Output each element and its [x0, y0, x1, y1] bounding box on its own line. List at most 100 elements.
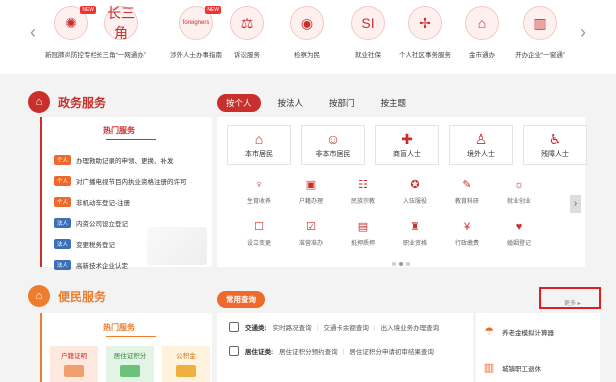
hot-service-item[interactable]: 个人 办理救助记录的申领、更换、补发 [54, 149, 206, 170]
calculator-panel: ☂ 养老金模拟计算器 ▥ 城镇职工退休 [476, 313, 600, 382]
top-nav-item[interactable]: ⌂ 金市通办 [451, 6, 513, 68]
carousel-dot-active[interactable] [399, 262, 403, 266]
tab-by-person[interactable]: 按个人 [217, 94, 261, 112]
audience-card[interactable]: ✚ 商盲人士 [375, 125, 439, 165]
calculator-label: 养老金模拟计算器 [502, 330, 554, 337]
government-building-icon: ⌂ [28, 91, 50, 113]
tab-by-legal-entity[interactable]: 按法人 [269, 94, 313, 112]
top-nav-label: 检察为民 [294, 52, 320, 59]
gov-hot-services-panel: 热门服务 个人 办理救助记录的申领、更换、补发 个人 对广播电视节目内执业资格注册的许… [40, 117, 212, 270]
audience-card[interactable]: ♙ 境外人士 [449, 125, 513, 165]
housing-fund-card[interactable]: 公积金 [162, 346, 210, 382]
top-nav-label: 个人社区事务服务 [399, 52, 451, 59]
category-label: 就业创业 [506, 199, 531, 205]
hukou-certificate-card[interactable]: 户籍证明 [50, 346, 98, 382]
top-nav-item[interactable]: ⚖ 诉讼服务 [216, 6, 278, 68]
top-nav-item[interactable]: ▥ 开办企业“一窗通” [509, 6, 571, 68]
category-item[interactable]: ✎ 教育科研 [441, 179, 493, 205]
hot-service-label: 内资公司设立登记 [76, 220, 129, 228]
separator: | [342, 347, 345, 355]
id-card-icon [120, 365, 140, 377]
calculator-link[interactable]: ☂ 养老金模拟计算器 [482, 325, 554, 339]
hot-service-item[interactable]: 个人 对广播电视节目内执业资格注册的许可 [54, 170, 206, 191]
legal-entity-tag: 法人 [54, 238, 72, 249]
prev-arrow-icon[interactable]: ‹ [26, 22, 40, 43]
calculator-link[interactable]: ▥ 城镇职工退休 [482, 361, 541, 375]
top-nav-item[interactable]: ◉ 检察为民 [276, 6, 338, 68]
tab-by-theme[interactable]: 按主题 [372, 94, 416, 112]
top-nav-label: 长三角“一网通办” [96, 52, 146, 59]
social-security-icon: SI [351, 6, 385, 40]
grid-next-arrow-icon[interactable]: › [570, 195, 581, 213]
wheelchair-icon: ♿ [548, 131, 562, 147]
separator: | [373, 323, 376, 331]
certificate-icon [64, 365, 84, 377]
mortgage-icon: ▤ [357, 221, 369, 233]
audience-card[interactable]: ⌂ 本市居民 [227, 125, 291, 165]
query-category: 居住证类: [245, 349, 274, 356]
hot-services-title: 热门服务 [103, 126, 135, 135]
hot-service-label: 非机动车登记-注册 [76, 199, 131, 207]
category-item[interactable]: ♜ 职业资格 [389, 221, 441, 247]
query-link[interactable]: 居住证积分预约查询 [279, 346, 338, 356]
hot-service-item[interactable]: 个人 非机动车登记-注册 [54, 191, 206, 212]
calculator-label: 城镇职工退休 [502, 366, 541, 373]
audience-card-label: 残障人士 [541, 151, 569, 158]
category-label: 入伍服役 [402, 199, 427, 205]
common-query-panel: 交通类: 实时路况查询 | 交通卡余额查询 | 出入境业务办理查询 居住证类: 居住证积分预… [217, 313, 473, 382]
decorative-illustration [147, 227, 207, 265]
category-label: 职业资格 [402, 241, 427, 247]
top-nav-item[interactable]: 长三角 长三角“一网通办” [90, 5, 152, 68]
category-item[interactable]: ▣ 户籍办理 [285, 179, 337, 205]
traffic-icon [229, 322, 239, 332]
residence-points-card[interactable]: 居住证积分 [106, 346, 154, 382]
category-item[interactable]: ✪ 入伍服役 [389, 179, 441, 205]
hot-service-label: 办理救助记录的申领、更换、补发 [76, 157, 174, 165]
enterprise-icon: ▥ [523, 6, 557, 40]
marriage-icon: ♥ [515, 221, 523, 233]
query-link[interactable]: 交通卡余额查询 [323, 322, 369, 332]
query-link[interactable]: 出入境业务办理查询 [381, 322, 440, 332]
tab-by-department[interactable]: 按部门 [320, 94, 364, 112]
stroller-icon: ♀ [254, 179, 264, 191]
category-item[interactable]: ♀ 生育收养 [233, 179, 285, 205]
top-nav-item[interactable]: SI 就业社保 [337, 6, 399, 68]
carousel-dot[interactable] [406, 262, 410, 266]
query-link[interactable]: 居住证积分申请初审结果查询 [349, 346, 434, 356]
audience-card[interactable]: ♿ 残障人士 [523, 125, 587, 165]
next-arrow-icon[interactable]: › [576, 22, 590, 43]
umbrella-icon: ☂ [484, 326, 494, 338]
home-icon: ⌂ [254, 131, 264, 147]
category-item[interactable]: ☷ 民族宗教 [337, 179, 389, 205]
category-item[interactable]: ▤ 抵押质押 [337, 221, 389, 247]
category-label: 民族宗教 [350, 199, 375, 205]
gov-section-header: ⌂ 政务服务 [28, 91, 106, 113]
person-tag: 个人 [54, 154, 72, 165]
foreign-person-icon: ♙ [474, 131, 488, 147]
convenience-hot-panel: 热门服务 户籍证明 居住证积分 公积金 [40, 313, 212, 382]
query-link[interactable]: 实时路况查询 [273, 322, 312, 332]
more-link[interactable]: 更多 ▸ [564, 298, 581, 307]
card-label: 居住证积分 [113, 353, 147, 360]
category-item[interactable]: ☑ 准营准办 [285, 221, 337, 247]
common-query-tab[interactable]: 常用查询 [217, 291, 265, 308]
category-item[interactable]: ☼ 就业创业 [493, 179, 545, 205]
convenience-icon: ⌂ [28, 285, 50, 307]
category-label: 行政缴费 [454, 241, 479, 247]
hot-service-label: 对广播电视节目内执业资格注册的许可 [76, 178, 187, 186]
legal-entity-tag: 法人 [54, 259, 72, 270]
category-item[interactable]: ☐ 设立变更 [233, 221, 285, 247]
employment-icon: ☼ [513, 179, 525, 191]
category-item[interactable]: ¥ 行政缴费 [441, 221, 493, 247]
person-tag: 个人 [54, 175, 72, 186]
hot-services-title: 热门服务 [103, 323, 135, 332]
audience-card[interactable]: ☺ 非本市居民 [301, 125, 365, 165]
household-icon: ▣ [305, 179, 317, 191]
query-category: 交通类: [245, 325, 267, 332]
carousel-dot[interactable] [392, 262, 396, 266]
category-item[interactable]: ♥ 婚姻登记 [493, 221, 545, 247]
top-nav-item[interactable]: ✢ 个人社区事务服务 [394, 6, 456, 68]
hot-service-label: 高新技术企业认定 [76, 262, 129, 270]
person-tag: 个人 [54, 196, 72, 207]
category-label: 抵押质押 [350, 241, 375, 247]
